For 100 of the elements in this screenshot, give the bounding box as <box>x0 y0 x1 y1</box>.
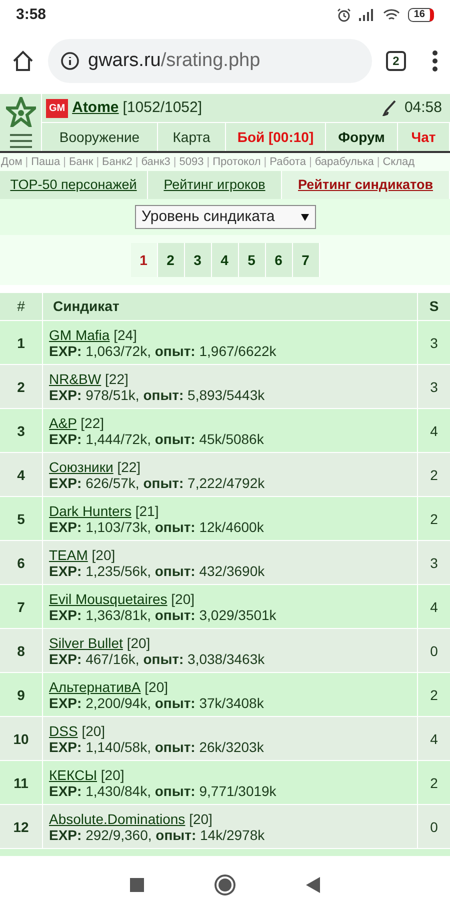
rank-cell: 4 <box>0 453 43 496</box>
syndicate-link[interactable]: Absolute.Dominations <box>49 810 186 826</box>
page-link[interactable]: 2 <box>158 243 184 277</box>
nav-link[interactable]: Бой [00:10] <box>226 123 326 151</box>
column-header: # <box>0 293 43 320</box>
syndicate-stats: EXP: 978/51k, опыт: 5,893/5443k <box>49 386 265 402</box>
syndicate-level: [20] <box>144 678 168 694</box>
syndicate-level: [22] <box>105 370 128 386</box>
page-link[interactable]: 4 <box>212 243 238 277</box>
sort-select[interactable]: Уровень синдиката <box>134 205 316 229</box>
page-link[interactable]: 6 <box>266 243 292 277</box>
star-logo-icon[interactable] <box>6 97 36 128</box>
link-separator: | <box>376 154 380 170</box>
s-cell-text: 2 <box>429 466 439 484</box>
s-cell-text: 2 <box>429 774 439 792</box>
syndicate-link[interactable]: КЕКСЫ <box>49 766 97 782</box>
tab-count-button[interactable]: 2 <box>386 51 406 71</box>
battery-indicator: 16 <box>408 8 434 22</box>
s-cell-text: 4 <box>429 598 439 616</box>
rank-cell: 9 <box>0 673 43 716</box>
link-separator: | <box>173 154 176 170</box>
link-separator: | <box>96 154 100 170</box>
syndicate-level: [22] <box>80 414 104 430</box>
clock-time: 3:58 <box>16 4 46 25</box>
syndicate-link[interactable]: A&P <box>49 414 77 430</box>
s-cell-text: 0 <box>429 642 439 660</box>
nav-link[interactable]: Вооружение <box>42 123 158 151</box>
rank-cell: 3 <box>0 409 43 452</box>
nav-link[interactable]: Карта <box>158 123 226 151</box>
page-link[interactable]: 1 <box>130 243 158 277</box>
link-separator: | <box>206 154 210 170</box>
player-health: [1052/1052] <box>122 98 202 118</box>
home-circle-icon[interactable] <box>214 874 236 896</box>
game-clock: 04:58 <box>404 98 442 118</box>
column-header: Синдикат <box>43 293 418 320</box>
link-separator: | <box>308 154 312 170</box>
nav-link[interactable]: Чат <box>398 123 450 151</box>
nav-link[interactable]: Форум <box>326 123 398 151</box>
gm-badge: GM <box>46 98 68 118</box>
syndicate-stats: EXP: 292/9,360, опыт: 14k/2978k <box>49 826 265 842</box>
player-link[interactable]: Atome <box>72 96 119 120</box>
rank-cell: 5 <box>0 497 43 540</box>
syndicate-stats: EXP: 1,444/72k, опыт: 45k/5086k <box>49 430 264 446</box>
link-separator: | <box>63 154 66 170</box>
syndicate-level: [22] <box>117 458 141 474</box>
syndicate-stats: EXP: 626/57k, опыт: 7,222/4792k <box>49 474 265 490</box>
s-cell-text: 3 <box>429 334 439 352</box>
link-separator: | <box>25 154 28 170</box>
s-cell-text: 4 <box>429 730 439 748</box>
syndicate-link[interactable]: Союзники <box>49 458 114 474</box>
link-separator: | <box>135 154 138 170</box>
syndicate-stats: EXP: 2,200/94k, опыт: 37k/3408k <box>49 694 264 710</box>
rank-cell: 2 <box>0 365 43 408</box>
syndicate-link[interactable]: NR&BW <box>49 370 102 386</box>
link-separator: | <box>264 154 267 170</box>
alarm-icon <box>336 8 351 22</box>
syndicate-stats: EXP: 1,103/73k, опыт: 12k/4600k <box>49 518 264 534</box>
rank-cell: 12 <box>0 805 43 848</box>
s-cell-text: 2 <box>429 686 439 704</box>
syndicate-link[interactable]: Evil Mousquetaires <box>49 590 168 606</box>
s-cell-text: 3 <box>429 378 439 396</box>
s-cell-text: 3 <box>429 554 439 572</box>
syndicate-link[interactable]: АльтернативА <box>49 678 141 694</box>
rank-cell: 8 <box>0 629 43 672</box>
syndicate-stats: EXP: 467/16k, опыт: 3,038/3463k <box>49 650 265 666</box>
page-link[interactable]: 5 <box>238 243 266 277</box>
wifi-icon <box>382 8 400 22</box>
syndicate-link[interactable]: DSS <box>49 722 78 738</box>
syndicate-level: [24] <box>114 326 137 342</box>
signal-icon <box>358 9 375 21</box>
syndicate-level: [20] <box>100 766 124 782</box>
s-cell-text: 0 <box>429 818 439 836</box>
syndicate-link[interactable]: TEAM <box>49 546 88 562</box>
rank-cell: 6 <box>0 541 43 584</box>
back-icon[interactable] <box>306 877 320 893</box>
rank-cell: 1 <box>0 321 43 364</box>
home-icon[interactable] <box>12 50 34 72</box>
s-cell-text: 4 <box>429 422 439 440</box>
rating-tab[interactable]: Рейтинг синдикатов <box>282 171 450 199</box>
caret-icon <box>300 213 308 221</box>
syndicate-level: [20] <box>82 722 106 738</box>
menu-icon[interactable] <box>10 134 32 148</box>
syndicate-link[interactable]: Dark Hunters <box>49 502 132 518</box>
syndicate-level: [21] <box>135 502 159 518</box>
syndicate-stats: EXP: 1,140/58k, опыт: 26k/3203k <box>49 738 264 754</box>
syndicate-link[interactable]: Silver Bullet <box>49 634 123 650</box>
syndicate-stats: EXP: 1,363/81k, опыт: 3,029/3501k <box>49 606 276 622</box>
more-menu-icon[interactable] <box>432 50 438 72</box>
syndicate-stats: EXP: 1,063/72k, опыт: 1,967/6622k <box>49 342 276 358</box>
syndicate-level: [20] <box>189 810 212 826</box>
address-bar[interactable]: gwars.ru/srating.php <box>48 39 372 83</box>
rank-cell: 7 <box>0 585 43 628</box>
s-cell-text: 2 <box>429 510 439 528</box>
page-link[interactable]: 7 <box>292 243 320 277</box>
column-header: S <box>428 297 440 316</box>
page-link[interactable]: 3 <box>184 243 212 277</box>
syndicate-stats: EXP: 1,235/56k, опыт: 432/3690k <box>49 562 265 578</box>
syndicate-level: [20] <box>92 546 116 562</box>
rank-cell: 10 <box>0 717 43 760</box>
syndicate-link[interactable]: GM Mafia <box>49 326 110 342</box>
